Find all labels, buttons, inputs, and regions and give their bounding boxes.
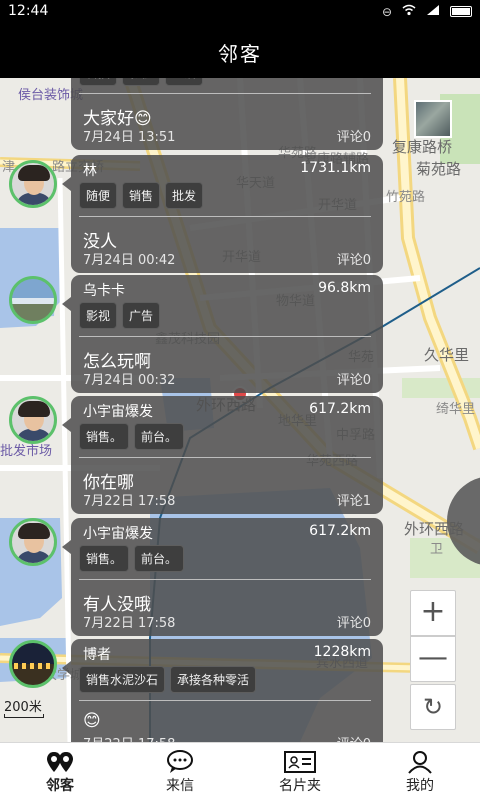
card-icon [284,751,316,773]
post-distance: 1228km [313,644,371,660]
map-label: 复康路桥 [392,138,453,156]
tag-chip: 前台。 [134,545,185,572]
tag-chip: 销售。 [79,423,130,450]
avatar[interactable] [9,396,57,444]
zoom-in-button[interactable]: + [410,590,456,636]
app-header: 邻客 [0,24,480,78]
post-card[interactable]: 林 1731.1km 随便 销售 批发 没人 7月24日 00:42 评论0 [62,155,383,273]
tag-chip: 广告 [122,302,161,329]
map-label: 菊苑路 [416,160,462,178]
tag-chip: 销售。 [79,545,130,572]
post-date: 7月24日 00:42 [83,253,176,268]
tab-label: 我的 [406,778,434,794]
avatar[interactable] [9,276,57,324]
comment-count[interactable]: 评论0 [337,733,371,742]
tab-card-holder[interactable]: 名片夹 [240,743,360,800]
zoom-out-button[interactable]: — [410,636,456,682]
tab-label: 来信 [166,778,194,794]
post-author[interactable]: 博者 [83,644,111,664]
comment-count[interactable]: 评论0 [337,249,371,268]
map-scale-label: 200米 [4,700,42,715]
map-label: 竹苑路 [386,190,426,205]
post-distance: 617.2km [309,523,371,539]
avatar[interactable] [9,640,57,688]
message-icon [167,750,193,773]
tag-chip: 前台。 [134,423,185,450]
tag-list: 销售。 前台。 [79,423,185,450]
map-pin-icon [47,752,73,772]
post-message: 😊 [83,711,101,731]
map-view[interactable]: 侯台装饰城津路立交桥复康路桥复康路辅路华天道菊苑路开华道华苑路竹苑路开华道物华道… [0,78,480,742]
tag-chip: 承接各种零活 [170,666,257,693]
tab-label: 邻客 [46,778,74,794]
post-card[interactable]: 科技影视生活大家好😊7月24日 13:51评论0 [71,78,383,150]
divider [79,457,371,458]
post-author[interactable]: 林 [83,160,97,180]
avatar[interactable] [9,518,57,566]
tag-chip: 生活 [165,78,204,86]
tag-list: 销售。 前台。 [79,545,185,572]
tag-chip: 影视 [122,78,161,86]
dnd-icon: ⊖ [381,4,392,19]
post-card[interactable]: 乌卡卡 96.8km 影视 广告 怎么玩啊 7月24日 00:32 评论0 [62,275,383,393]
bottom-tab-bar: 邻客 来信 名片夹 我的 [0,742,480,800]
tag-chip: 销售 [122,182,161,209]
divider [79,336,371,337]
post-date: 7月22日 17:58 [83,616,176,631]
post-author[interactable]: 乌卡卡 [83,280,125,300]
post-distance: 96.8km [318,280,371,296]
comment-count[interactable]: 评论1 [337,490,371,509]
tag-chip: 影视 [79,302,118,329]
comment-count[interactable]: 评论0 [337,126,371,145]
page-title: 邻客 [218,42,262,66]
tag-list: 影视 广告 [79,302,161,329]
post-date: 7月24日 00:32 [83,373,176,388]
status-time: 12:44 [8,3,49,19]
post-distance: 1731.1km [300,160,371,176]
post-card[interactable]: 小宇宙爆发 617.2km 销售。 前台。 有人没哦 7月22日 17:58 评论0 [62,518,383,636]
tab-linke[interactable]: 邻客 [0,743,120,800]
tag-chip: 科技 [79,78,118,86]
satellite-toggle[interactable] [414,100,452,138]
user-icon [408,751,432,774]
divider [79,579,371,580]
post-date: 7月22日 17:58 [83,733,175,742]
tag-list: 科技影视生活 [79,78,204,86]
map-label: 卫 [430,542,444,557]
tag-chip: 销售水泥沙石 [79,666,166,693]
map-label: 久华里 [424,346,470,364]
tab-mine[interactable]: 我的 [360,743,480,800]
battery-icon [450,6,472,17]
tab-label: 名片夹 [279,778,321,794]
post-distance: 617.2km [309,401,371,417]
map-scale-bar [4,714,44,718]
post-date: 7月22日 17:58 [83,494,176,509]
comment-count[interactable]: 评论0 [337,612,371,631]
status-icons: ⊖ [382,4,472,19]
tag-chip: 随便 [79,182,118,209]
tab-laixin[interactable]: 来信 [120,743,240,800]
post-card[interactable]: 小宇宙爆发 617.2km 销售。 前台。 你在哪 7月22日 17:58 评论1 [62,396,383,514]
divider [79,93,371,94]
map-label: 绮华里 [436,402,476,417]
post-author[interactable]: 小宇宙爆发 [83,523,153,543]
post-card[interactable]: 博者 1228km 销售水泥沙石承接各种零活 😊 7月22日 17:58 评论0 [62,639,383,742]
divider [79,216,371,217]
tag-chip: 批发 [165,182,204,209]
refresh-icon[interactable]: ↻ [410,684,456,730]
tag-list: 随便 销售 批发 [79,182,204,209]
post-date: 7月24日 13:51 [83,130,176,145]
avatar[interactable] [9,160,57,208]
tag-list: 销售水泥沙石 承接各种零活 [79,666,257,693]
divider [79,700,371,701]
signal-icon [426,4,440,19]
comment-count[interactable]: 评论0 [337,369,371,388]
wifi-icon [402,4,416,19]
post-author[interactable]: 小宇宙爆发 [83,401,153,421]
status-bar: 12:44 ⊖ [0,0,480,24]
